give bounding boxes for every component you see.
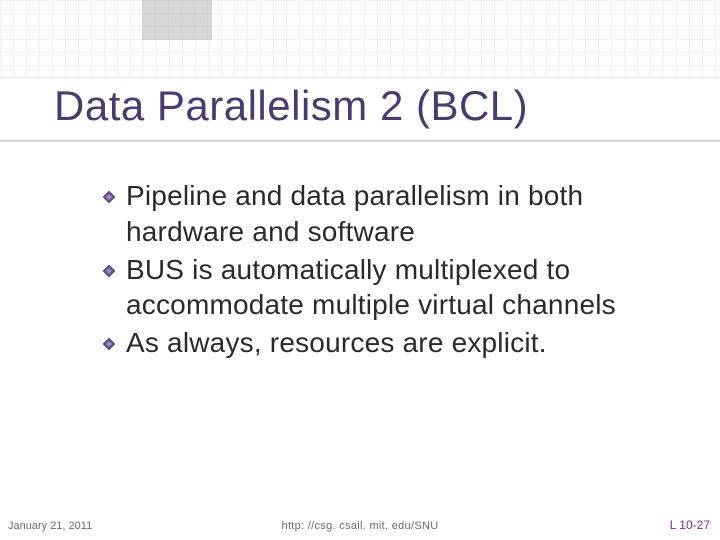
bullet-text: BUS is automatically multiplexed to acco… (126, 254, 616, 321)
footer-url: http: //csg. csail. mit. edu/SNU (282, 520, 439, 532)
slide-title: Data Parallelism 2 (BCL) (54, 82, 528, 130)
footer-slide-number: L 10-27 (670, 518, 710, 532)
diamond-bullet-icon (102, 264, 116, 278)
footer-date: January 21, 2011 (8, 520, 92, 532)
bullet-text: Pipeline and data parallelism in both ha… (126, 180, 583, 247)
title-underline (0, 140, 720, 142)
top-grid-texture (0, 0, 720, 78)
bullet-item: Pipeline and data parallelism in both ha… (102, 178, 680, 250)
slide-content: Pipeline and data parallelism in both ha… (102, 178, 680, 363)
bullet-text: As always, resources are explicit. (126, 327, 547, 358)
diamond-bullet-icon (102, 337, 116, 351)
top-tab-shape (142, 0, 212, 40)
diamond-bullet-icon (102, 190, 116, 204)
bullet-item: BUS is automatically multiplexed to acco… (102, 252, 680, 324)
slide-footer: January 21, 2011 http: //csg. csail. mit… (0, 512, 720, 532)
bullet-item: As always, resources are explicit. (102, 325, 680, 361)
